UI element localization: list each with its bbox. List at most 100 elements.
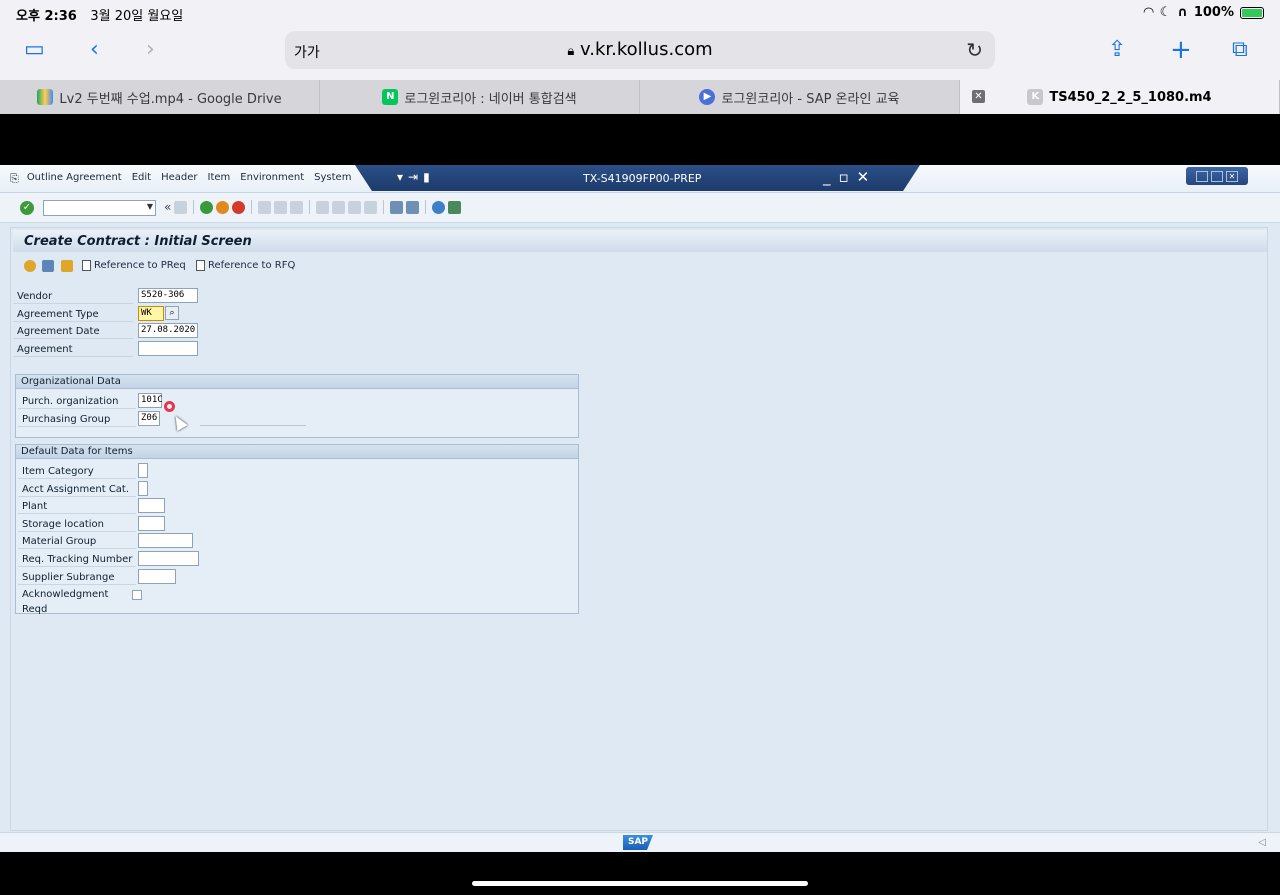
org-data-header: Organizational Data — [16, 375, 578, 389]
exit-icon[interactable] — [216, 200, 230, 214]
safari-toolbar: ▭ ‹ › 가가 🔒︎ v.kr.kollus.com ↻ ⇪ + ⧉ — [0, 26, 1280, 80]
forward-icon[interactable]: › — [146, 38, 155, 62]
close-icon[interactable]: ✕ — [1226, 170, 1238, 182]
enter-icon[interactable]: ✓ — [20, 201, 34, 215]
restore-icon[interactable] — [1211, 170, 1223, 182]
storage-location-field[interactable] — [138, 516, 165, 531]
storage-location-label: Storage location — [18, 517, 136, 532]
home-indicator[interactable] — [472, 881, 808, 886]
req-tracking-field[interactable] — [138, 551, 199, 566]
tab-label: Lv2 두번째 수업.mp4 - Google Drive — [59, 91, 282, 107]
sap-title-band: ▾⇥▮ TX-S41909FP00-PREP _▫✕ — [355, 165, 920, 191]
shortcut-icon[interactable] — [406, 200, 420, 214]
browser-tab-strip: Lv2 두번째 수업.mp4 - Google Drive N 로그윈코리아 :… — [0, 80, 1280, 114]
browser-tab-google-drive[interactable]: Lv2 두번째 수업.mp4 - Google Drive — [0, 80, 320, 114]
menu-edit[interactable]: Edit — [132, 172, 151, 186]
plant-label: Plant — [18, 499, 136, 514]
agreement-date-label: Agreement Date — [13, 324, 133, 339]
save-icon[interactable] — [174, 200, 188, 214]
back-icon[interactable]: ‹ — [90, 38, 99, 62]
find-next-icon[interactable] — [290, 200, 304, 214]
play-icon: ▶ — [699, 89, 716, 105]
cancel-icon[interactable] — [232, 200, 246, 214]
wifi-icon: ◠ — [1143, 5, 1154, 20]
purch-group-field[interactable]: Z06 — [138, 411, 160, 426]
next-page-icon[interactable] — [348, 200, 362, 214]
page-title: Create Contract : Initial Screen — [24, 234, 252, 249]
item-category-label: Item Category — [18, 464, 136, 479]
menu-item[interactable]: Item — [208, 172, 231, 186]
agreement-date-field[interactable]: 27.08.2020 — [138, 323, 198, 338]
battery-percent: 100% — [1193, 5, 1234, 20]
chevron-down-icon[interactable]: ▼ — [147, 202, 153, 211]
find-icon[interactable] — [274, 200, 288, 214]
close-tab-icon[interactable]: ✕ — [972, 90, 985, 103]
item-category-field[interactable] — [138, 463, 148, 478]
vendor-icon[interactable] — [24, 260, 36, 272]
ack-reqd-checkbox[interactable] — [132, 590, 142, 600]
lock-icon: 🔒︎ — [567, 44, 575, 59]
battery-icon — [1240, 6, 1264, 19]
last-page-icon[interactable] — [364, 200, 378, 214]
title-tools-icons[interactable]: ▾⇥▮ — [397, 170, 435, 184]
req-tracking-label: Req. Tracking Number — [18, 552, 136, 567]
ios-status-bar: 오후 2:36 3월 20일 월요일 ◠ ☾ ∩ 100% — [0, 0, 1280, 26]
command-field[interactable]: ▼ — [43, 200, 156, 216]
click-indicator — [164, 401, 175, 412]
agreement-type-field[interactable]: WK — [138, 306, 164, 321]
naver-icon: N — [382, 89, 399, 105]
minimize-icon[interactable] — [1196, 170, 1208, 182]
description-line — [200, 425, 306, 426]
menu-system[interactable]: System — [314, 172, 351, 186]
window-controls[interactable]: _▫✕ — [823, 168, 877, 186]
purch-org-field[interactable]: 101C — [138, 393, 163, 408]
org-data-icon[interactable] — [42, 260, 54, 272]
ack-reqd-label: Acknowledgment Reqd — [22, 589, 109, 615]
agreement-field[interactable] — [138, 341, 198, 356]
agreement-label: Agreement — [13, 342, 133, 357]
menu-icon[interactable]: ⎘ — [10, 172, 19, 186]
material-group-label: Material Group — [18, 534, 136, 549]
browser-tab-sap-course[interactable]: ▶ 로그윈코리아 - SAP 온라인 교육 — [640, 80, 960, 114]
browser-tab-naver[interactable]: N 로그윈코리아 : 네이버 통합검색 — [320, 80, 640, 114]
status-expand-icon[interactable]: ◁ — [1258, 837, 1266, 848]
reference-preq-button[interactable]: Reference to PReq — [82, 260, 186, 271]
moon-icon: ☾ — [1159, 5, 1172, 20]
browser-tab-video[interactable]: ✕ K TS450_2_2_5_1080.m4 — [960, 80, 1280, 114]
new-tab-icon[interactable]: + — [1170, 37, 1192, 63]
google-drive-icon — [37, 89, 54, 105]
acct-assignment-field[interactable] — [138, 481, 148, 496]
tabs-overview-icon[interactable]: ⧉ — [1232, 38, 1248, 62]
sidebar-icon[interactable]: ▭ — [24, 38, 45, 62]
copy-icon[interactable] — [61, 260, 73, 272]
material-group-field[interactable] — [138, 533, 193, 548]
share-icon[interactable]: ⇪ — [1108, 38, 1126, 62]
sap-status-bar: SAP ◁ — [0, 832, 1280, 852]
default-data-header: Default Data for Items — [16, 445, 578, 459]
back-nav-icon[interactable] — [200, 200, 214, 214]
collapse-icon[interactable]: « — [164, 200, 171, 214]
reload-icon[interactable]: ↻ — [966, 38, 983, 62]
first-page-icon[interactable] — [316, 200, 330, 214]
sap-menu-bar: ⎘ Outline Agreement Edit Header Item Env… — [0, 165, 1280, 193]
menu-environment[interactable]: Environment — [240, 172, 304, 186]
vendor-field[interactable]: S520-306 — [138, 288, 198, 303]
tab-label: 로그윈코리아 : 네이버 통합검색 — [404, 91, 577, 107]
address-bar[interactable]: 가가 🔒︎ v.kr.kollus.com ↻ — [285, 31, 995, 69]
layout-icon[interactable] — [448, 200, 462, 214]
plant-field[interactable] — [138, 498, 165, 513]
headphones-icon: ∩ — [1177, 5, 1188, 20]
sap-window-controls[interactable]: ✕ — [1186, 167, 1248, 185]
sap-logo: SAP — [623, 835, 653, 850]
print-icon[interactable] — [258, 200, 272, 214]
application-toolbar: Reference to PReq Reference to RFQ — [13, 255, 1267, 277]
menu-header[interactable]: Header — [161, 172, 197, 186]
toolbar-icons: « — [164, 200, 462, 214]
help-icon[interactable] — [432, 200, 446, 214]
reference-rfq-button[interactable]: Reference to RFQ — [196, 260, 295, 271]
prev-page-icon[interactable] — [332, 200, 346, 214]
supplier-subrange-field[interactable] — [138, 569, 176, 584]
new-session-icon[interactable] — [390, 200, 404, 214]
search-help-icon[interactable]: ⌕ — [165, 306, 179, 320]
menu-outline-agreement[interactable]: Outline Agreement — [27, 172, 122, 186]
